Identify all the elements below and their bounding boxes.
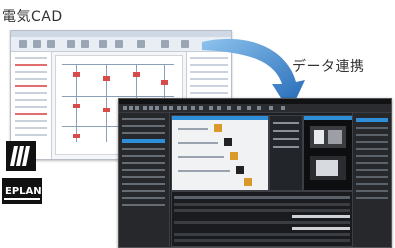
eplan-logo: EPLAN bbox=[2, 178, 42, 204]
software-list-panel bbox=[269, 115, 303, 191]
software-toolbar bbox=[119, 104, 391, 113]
software-screenshot bbox=[118, 98, 392, 248]
eplan-slash-icon bbox=[6, 141, 36, 171]
cad-ribbon bbox=[11, 37, 231, 52]
software-data-table bbox=[171, 191, 353, 247]
software-properties-panel bbox=[352, 113, 391, 247]
caption-electric-cad: 電気CAD bbox=[2, 9, 63, 25]
svg-text:EPLAN: EPLAN bbox=[5, 186, 42, 197]
software-camera-view bbox=[303, 115, 353, 191]
software-navigator bbox=[119, 113, 170, 247]
software-ladder-panel bbox=[171, 115, 269, 191]
